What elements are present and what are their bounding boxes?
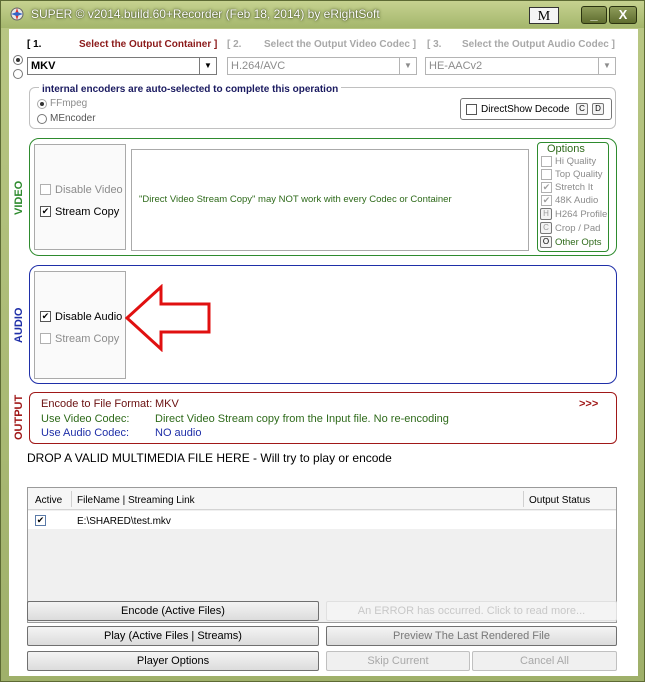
output-format-label: Encode to File Format: (41, 398, 153, 410)
audio-options-panel (34, 271, 126, 379)
col-divider (523, 491, 524, 507)
output-video-value: Direct Video Stream copy from the Input … (155, 413, 449, 425)
audio-stream-copy-label: Stream Copy (55, 333, 120, 345)
container-mode-radio[interactable] (13, 55, 23, 65)
video-stream-copy-label: Stream Copy (55, 206, 120, 218)
crop-pad-label: Crop / Pad (555, 223, 601, 234)
48k-audio-checkbox[interactable]: ✔ (541, 195, 552, 206)
disable-audio-checkbox[interactable]: ✔ (40, 311, 51, 322)
m-button[interactable]: M (529, 7, 559, 24)
stretch-it-checkbox[interactable]: ✔ (541, 182, 552, 193)
step2-label: Select the Output Video Codec ] (264, 39, 417, 50)
pointer-arrow-icon (125, 284, 211, 352)
other-opts-label: Other Opts (555, 237, 602, 248)
video-codec-select[interactable]: H.264/AVC ▼ (227, 57, 417, 75)
directshow-c-button[interactable]: C (576, 103, 588, 115)
check-icon: ✔ (36, 515, 45, 525)
col-status-header[interactable]: Output Status (529, 495, 590, 506)
directshow-checkbox[interactable] (466, 104, 477, 115)
directshow-label: DirectShow Decode (481, 104, 570, 115)
app-window: SUPER © v2014.build.60+Recorder (Feb 18,… (0, 0, 645, 682)
48k-audio-label: 48K Audio (555, 195, 599, 206)
video-message: "Direct Video Stream Copy" may NOT work … (139, 194, 452, 205)
audio-codec-value: HE-AACv2 (429, 60, 483, 72)
output-format-value: MKV (155, 398, 179, 410)
minimize-button[interactable]: _ (581, 6, 607, 24)
alt-mode-radio[interactable] (13, 69, 23, 79)
close-button[interactable]: X (609, 6, 637, 24)
ffmpeg-radio[interactable] (37, 99, 47, 109)
play-button[interactable]: Play (Active Files | Streams) (27, 626, 319, 646)
disable-video-label: Disable Video (55, 184, 123, 196)
chevron-down-icon[interactable]: ▼ (399, 58, 416, 74)
mencoder-radio[interactable] (37, 114, 47, 124)
output-more-button[interactable]: >>> (579, 398, 598, 410)
step2-number: [ 2. (227, 39, 242, 50)
output-audio-value: NO audio (155, 427, 202, 439)
check-icon: ✔ (542, 182, 551, 192)
encoders-title: internal encoders are auto-selected to c… (39, 84, 342, 95)
directshow-d-button[interactable]: D (592, 103, 604, 115)
encode-button[interactable]: Encode (Active Files) (27, 601, 319, 621)
audio-section-label: AUDIO (13, 307, 25, 343)
video-codec-value: H.264/AVC (231, 60, 286, 72)
hi-quality-label: Hi Quality (555, 156, 597, 167)
step3-label: Select the Output Audio Codec ] (462, 39, 615, 50)
video-section-label: VIDEO (13, 180, 25, 215)
row-active-checkbox[interactable]: ✔ (35, 515, 46, 526)
top-quality-label: Top Quality (555, 169, 603, 180)
other-opts-icon[interactable]: O (540, 236, 552, 248)
audio-stream-copy-checkbox[interactable] (40, 333, 51, 344)
chevron-down-icon[interactable]: ▼ (598, 58, 615, 74)
video-stream-copy-checkbox[interactable]: ✔ (40, 206, 51, 217)
h264-profile-label: H264 Profile (555, 209, 608, 220)
container-select[interactable]: MKV ▼ (27, 57, 217, 75)
step1-label: Select the Output Container ] (79, 39, 218, 50)
crop-pad-icon[interactable]: C (540, 222, 552, 234)
title-bar[interactable]: SUPER © v2014.build.60+Recorder (Feb 18,… (1, 1, 644, 28)
col-active-header[interactable]: Active (35, 495, 62, 506)
step3-number: [ 3. (427, 39, 442, 50)
output-audio-label: Use Audio Codec: (41, 427, 130, 439)
output-video-label: Use Video Codec: (41, 413, 130, 425)
check-icon: ✔ (41, 311, 50, 321)
step1-number: [ 1. (27, 39, 42, 50)
check-icon: ✔ (542, 195, 551, 205)
preview-button[interactable]: Preview The Last Rendered File (326, 626, 617, 646)
disable-video-checkbox[interactable] (40, 184, 51, 195)
h264-profile-icon[interactable]: H (540, 208, 552, 220)
hi-quality-checkbox[interactable] (541, 156, 552, 167)
player-options-button[interactable]: Player Options (27, 651, 319, 671)
main-panel: [ 1. Select the Output Container ] [ 2. … (9, 29, 638, 676)
cancel-all-button[interactable]: Cancel All (472, 651, 617, 671)
video-options-panel (34, 144, 126, 250)
col-divider (71, 491, 72, 507)
output-section-label: OUTPUT (13, 394, 25, 440)
audio-codec-select[interactable]: HE-AACv2 ▼ (425, 57, 616, 75)
container-select-value: MKV (31, 60, 56, 72)
col-filename-header[interactable]: FileName | Streaming Link (77, 495, 195, 506)
error-notice-button[interactable]: An ERROR has occurred. Click to read mor… (326, 601, 617, 621)
drop-hint: DROP A VALID MULTIMEDIA FILE HERE - Will… (27, 451, 392, 465)
skip-current-button[interactable]: Skip Current (326, 651, 470, 671)
stretch-it-label: Stretch It (555, 182, 594, 193)
window-title: SUPER © v2014.build.60+Recorder (Feb 18,… (31, 7, 380, 21)
ffmpeg-label: FFmpeg (50, 98, 88, 109)
check-icon: ✔ (41, 206, 50, 216)
disable-audio-label: Disable Audio (55, 311, 123, 323)
top-quality-checkbox[interactable] (541, 169, 552, 180)
row-filename: E:\SHARED\test.mkv (77, 516, 171, 527)
options-title: Options (547, 143, 585, 155)
mencoder-label: MEncoder (50, 113, 96, 124)
app-logo-icon (10, 7, 24, 21)
chevron-down-icon[interactable]: ▼ (199, 58, 216, 74)
